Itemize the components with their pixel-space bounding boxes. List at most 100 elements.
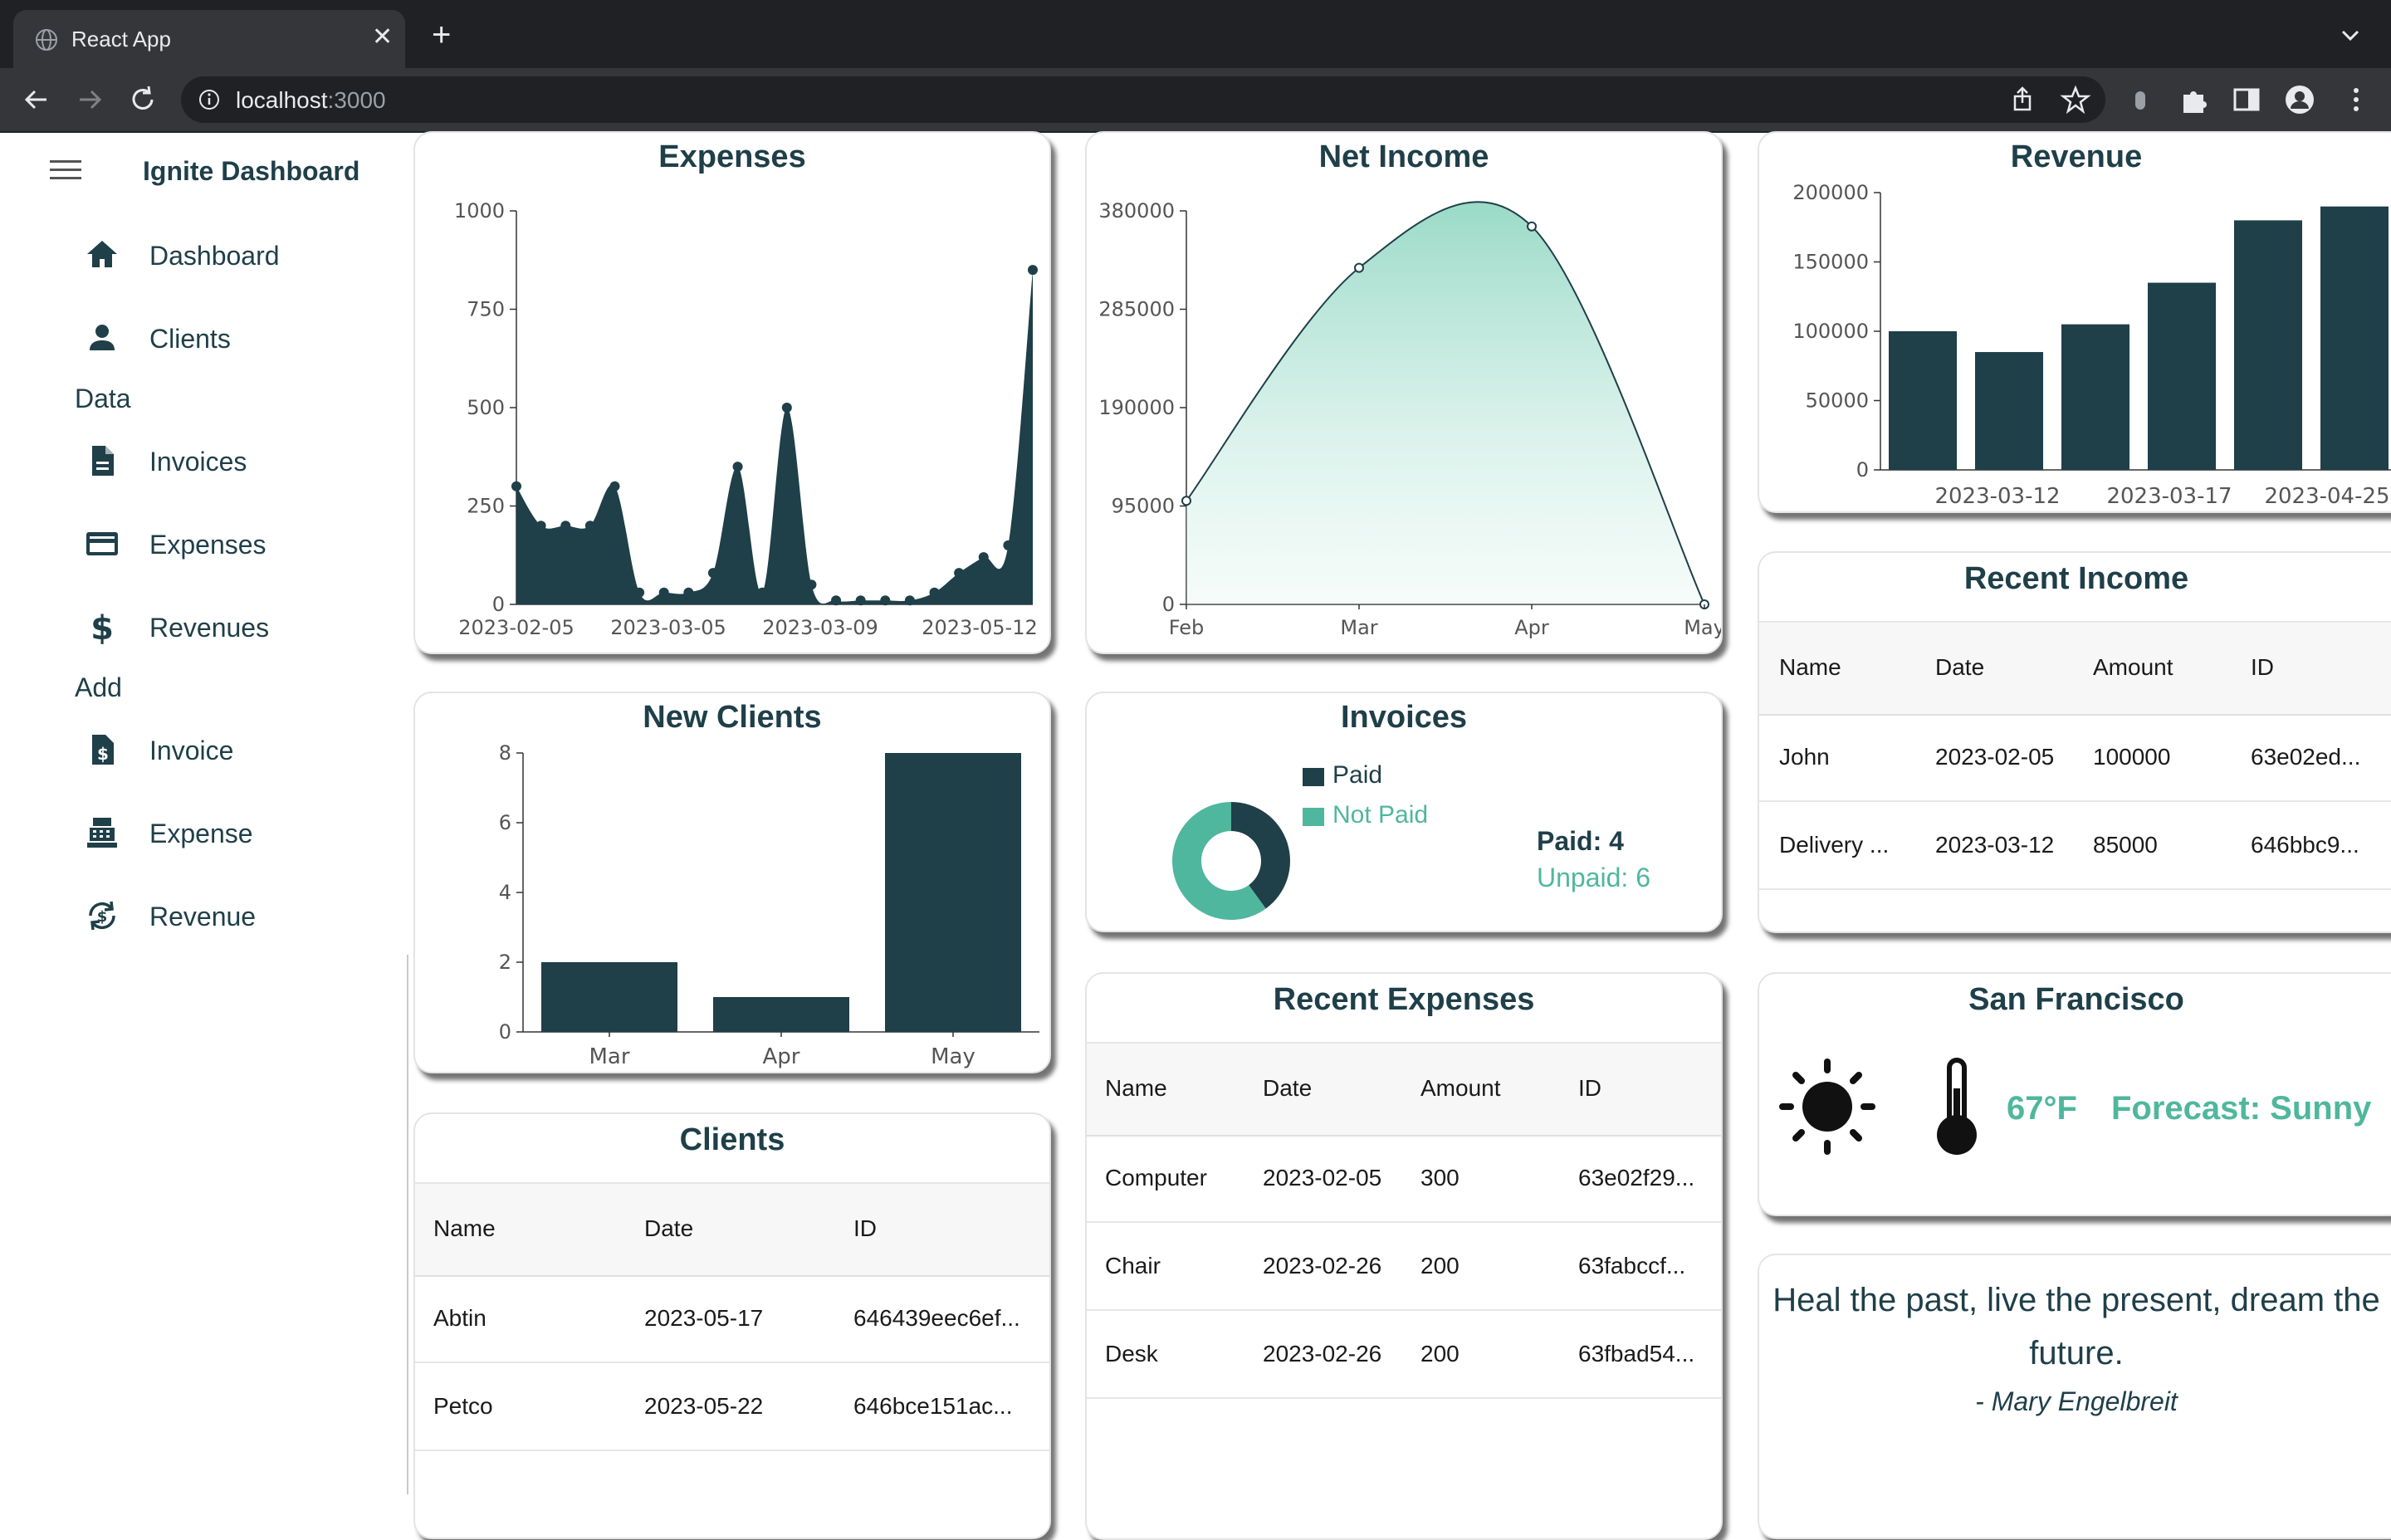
browser-toolbar: localhost:3000	[0, 68, 2391, 131]
weather-city: San Francisco	[1968, 982, 2184, 1017]
new-clients-card: New Clients 0 2 4 6 8 Mar Apr May	[413, 692, 1051, 1073]
info-icon[interactable]	[198, 88, 221, 111]
sidebar-item-label: Dashboard	[149, 241, 280, 271]
extension-status-icon[interactable]	[2124, 83, 2157, 116]
revenue-bar	[2320, 206, 2389, 470]
net-income-card: Net Income 0 95000 190000 285000 380000 Feb Ma…	[1085, 131, 1723, 654]
sidebar-item-dashboard[interactable]: Dashboard	[83, 226, 398, 284]
table-row[interactable]: Delivery ... 2023-03-12 85000 646bbc9...	[1759, 802, 2391, 890]
y-tick-label: 100000	[1792, 320, 1869, 343]
sidebar-item-invoices[interactable]: Invoices	[83, 432, 398, 490]
column-header[interactable]: Amount	[2093, 654, 2173, 681]
table-cell: 63fbad54...	[1578, 1341, 1695, 1366]
x-tick-label: 2023-02-05	[458, 616, 574, 639]
column-header[interactable]: Date	[1263, 1075, 1312, 1102]
profile-icon[interactable]	[2283, 83, 2316, 116]
sidebar-item-label: Revenues	[149, 613, 270, 643]
kebab-menu-icon[interactable]	[2340, 83, 2373, 116]
puzzle-icon[interactable]	[2177, 83, 2210, 116]
sidebar-item-expenses[interactable]: Expenses	[83, 515, 398, 573]
y-tick-label: 0	[1162, 593, 1175, 616]
column-header[interactable]: ID	[853, 1215, 877, 1242]
new-tab-button[interactable]: +	[432, 18, 451, 51]
app-brand: Ignite Dashboard	[143, 156, 360, 186]
table-row[interactable]: Petco 2023-05-22 646bce151ac...	[415, 1363, 1049, 1451]
y-tick-label: 250	[467, 495, 505, 518]
sidebar-item-revenues[interactable]: $ Revenues	[83, 598, 398, 656]
table-row[interactable]: Desk 2023-02-26 200 63fbad54...	[1087, 1311, 1721, 1399]
chevron-down-icon[interactable]	[2340, 25, 2361, 46]
table-cell: John	[1779, 744, 1830, 770]
x-tick-label: Mar	[589, 1044, 629, 1069]
tab-title: React App	[71, 27, 171, 51]
column-header[interactable]: ID	[1578, 1075, 1601, 1102]
recent-expenses-card: Recent Expenses Name Date Amount ID Comp…	[1085, 972, 1723, 1540]
share-icon[interactable]	[2006, 83, 2039, 116]
table-row[interactable]: Abtin 2023-05-17 646439eec6ef...	[415, 1275, 1049, 1363]
table-cell: Computer	[1105, 1165, 1207, 1190]
column-header[interactable]: ID	[2251, 654, 2274, 681]
side-panel-icon[interactable]	[2230, 83, 2263, 116]
column-header[interactable]: Date	[644, 1215, 693, 1242]
table-cell: 85000	[2093, 832, 2158, 858]
revenue-bar	[2061, 324, 2129, 470]
address-bar[interactable]: localhost:3000	[181, 76, 2105, 123]
column-header[interactable]: Name	[433, 1215, 496, 1242]
data-point	[535, 521, 546, 531]
sidebar-item-add-revenue[interactable]: $ Revenue	[83, 887, 398, 945]
sidebar-item-add-expense[interactable]: Expense	[83, 804, 398, 862]
reload-icon[interactable]	[126, 83, 159, 116]
weather-temperature: 67°F	[2007, 1090, 2077, 1127]
table-cell: 646439eec6ef...	[853, 1305, 1020, 1331]
recent-income-card: Recent Income Name Date Amount ID John 2…	[1758, 551, 2391, 933]
column-header[interactable]: Date	[1935, 654, 1984, 681]
sidebar-item-clients[interactable]: Clients	[83, 309, 398, 367]
y-tick-label: 190000	[1098, 396, 1175, 419]
y-tick-label: 8	[499, 741, 511, 765]
y-tick-label: 500	[467, 396, 505, 419]
data-point	[707, 568, 718, 579]
sidebar-item-label: Invoice	[149, 736, 234, 765]
data-point	[658, 587, 669, 598]
y-tick-label: 1000	[454, 199, 505, 222]
star-icon[interactable]	[2059, 83, 2092, 116]
back-arrow-icon[interactable]	[20, 83, 53, 116]
browser-tab[interactable]: React App ✕	[13, 10, 405, 68]
legend-label-paid[interactable]: Paid	[1332, 761, 1382, 790]
expenses-area	[516, 270, 1033, 604]
thermometer-icon	[1937, 1058, 1977, 1155]
column-header[interactable]: Name	[1779, 654, 1841, 681]
table-row[interactable]: Chair 2023-02-26 200 63fabccf...	[1087, 1223, 1721, 1311]
sidebar-item-add-invoice[interactable]: $ Invoice	[83, 721, 398, 779]
column-header[interactable]: Name	[1105, 1075, 1167, 1102]
y-tick-label: 4	[499, 881, 511, 904]
unpaid-count: Unpaid: 6	[1537, 863, 1650, 892]
table-cell: 646bce151ac...	[853, 1393, 1013, 1419]
close-tab-icon[interactable]: ✕	[372, 23, 393, 51]
data-point	[757, 587, 768, 598]
data-point	[560, 521, 571, 531]
table-header: Name Date ID	[415, 1182, 1049, 1277]
legend-swatch-not-paid	[1303, 808, 1324, 826]
data-point	[880, 595, 891, 606]
table-row[interactable]: John 2023-02-05 100000 63e02ed...	[1759, 714, 2391, 802]
document-icon	[92, 446, 114, 476]
sidebar: Ignite Dashboard Dashboard Clients Data …	[0, 133, 407, 1494]
table-cell: Delivery ...	[1779, 832, 1890, 858]
column-header[interactable]: Amount	[1420, 1075, 1501, 1102]
table-row[interactable]: Computer 2023-02-05 300 63e02f29...	[1087, 1135, 1721, 1223]
paid-count: Paid: 4	[1537, 826, 1624, 856]
table-header: Name Date Amount ID	[1759, 621, 2391, 716]
y-tick-label: 0	[499, 1020, 511, 1044]
x-tick-label: May	[1684, 616, 1721, 639]
data-point	[1527, 221, 1537, 232]
data-point	[1003, 540, 1014, 550]
table-cell: 2023-02-26	[1263, 1253, 1382, 1278]
hamburger-menu-icon[interactable]	[50, 158, 83, 183]
credit-card-icon	[86, 532, 118, 555]
legend-label-not-paid[interactable]: Not Paid	[1332, 801, 1428, 829]
sidebar-item-label: Clients	[149, 324, 231, 354]
data-point	[609, 481, 620, 491]
svg-text:$: $	[97, 744, 109, 764]
forward-arrow-icon[interactable]	[73, 83, 106, 116]
